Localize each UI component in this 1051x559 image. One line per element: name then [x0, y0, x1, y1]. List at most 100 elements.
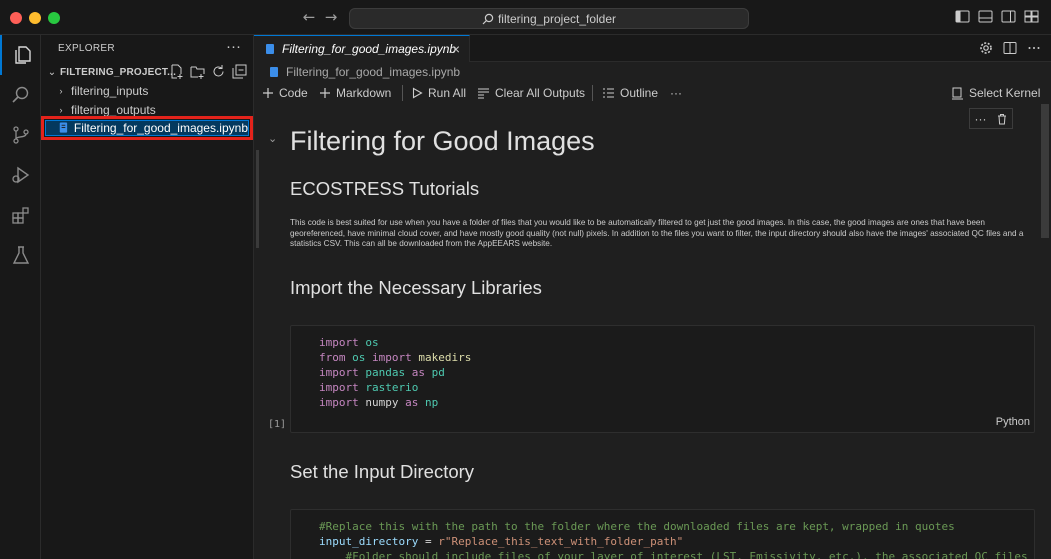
breadcrumb[interactable]: Filtering_for_good_images.ipynb — [254, 62, 1051, 82]
gear-icon[interactable] — [979, 41, 993, 55]
tab-notebook[interactable]: Filtering_for_good_images.ipynb × — [254, 35, 470, 62]
cell-toolbar: ··· — [969, 108, 1013, 129]
section-heading-input-directory: Set the Input Directory — [290, 461, 475, 482]
plus-icon — [320, 88, 330, 98]
notebook-title: Filtering for Good Images — [290, 126, 595, 156]
workspace-folder-name: FILTERING_PROJECT... — [60, 66, 177, 78]
code-label: Code — [279, 86, 308, 100]
split-editor-icon[interactable] — [1003, 41, 1017, 55]
more-actions-icon[interactable] — [1027, 41, 1041, 55]
files-icon — [14, 46, 31, 64]
run-debug-activity[interactable] — [0, 155, 41, 195]
notebook-toolbar: Code Markdown Run All Clear All Outputs … — [254, 82, 1051, 104]
testing-activity[interactable] — [0, 235, 41, 275]
command-center-search[interactable]: filtering_project_folder — [349, 8, 749, 29]
forward-arrow-icon[interactable]: → — [322, 8, 340, 26]
breadcrumb-file: Filtering_for_good_images.ipynb — [286, 65, 461, 79]
cell-more-button[interactable]: ··· — [975, 112, 987, 126]
close-icon[interactable]: × — [452, 41, 460, 57]
search-icon — [11, 86, 28, 103]
code-line: input_directory = r"Replace_this_text_wi… — [319, 535, 684, 548]
play-icon — [412, 87, 423, 99]
code-cell-imports[interactable]: import os from os import makedirs import… — [290, 325, 1035, 433]
clear-all-outputs-button[interactable]: Clear All Outputs — [477, 84, 585, 102]
run-debug-icon — [11, 166, 29, 184]
code-line: import os — [319, 336, 379, 349]
kernel-icon — [952, 87, 963, 99]
toggle-secondary-sidebar-icon[interactable] — [1001, 9, 1016, 24]
outline-label: Outline — [620, 86, 659, 100]
list-icon — [603, 88, 614, 98]
code-cell-input-directory[interactable]: #Replace this with the path to the folde… — [290, 509, 1035, 559]
source-control-activity[interactable] — [0, 115, 41, 155]
testing-icon — [12, 246, 29, 264]
chevron-right-icon: › — [59, 104, 63, 115]
extensions-activity[interactable] — [0, 195, 41, 235]
toolbar-separator — [592, 85, 593, 101]
execution-count: [1] — [268, 419, 287, 430]
source-control-icon — [12, 126, 29, 144]
new-file-icon[interactable] — [169, 64, 184, 79]
editor-tab-bar: Filtering_for_good_images.ipynb × — [254, 35, 1051, 62]
explorer-title: EXPLORER — [58, 43, 115, 54]
editor-scrollbar[interactable] — [1041, 104, 1049, 238]
toolbar-more-button[interactable]: ··· — [670, 84, 682, 102]
clear-all-outputs-label: Clear All Outputs — [495, 86, 586, 100]
search-icon — [482, 13, 494, 24]
tree-item-label: filtering_inputs — [71, 83, 149, 98]
search-activity[interactable] — [0, 75, 41, 115]
new-folder-icon[interactable] — [190, 64, 205, 79]
tree-item-label: filtering_outputs — [71, 102, 156, 117]
toolbar-separator — [402, 85, 403, 101]
notebook-subtitle: ECOSTRESS Tutorials — [290, 178, 480, 199]
tree-folder-filtering-inputs[interactable]: › filtering_inputs — [41, 81, 254, 100]
explorer-actions — [169, 64, 247, 79]
select-kernel-button[interactable]: Select Kernel — [951, 84, 1040, 102]
explorer-more-button[interactable]: ··· — [226, 38, 241, 55]
select-kernel-label: Select Kernel — [969, 86, 1041, 100]
minimize-window-button[interactable] — [29, 12, 41, 24]
editor-actions — [979, 41, 1041, 55]
notebook-file-icon — [59, 122, 68, 133]
collapse-all-icon[interactable] — [232, 64, 247, 79]
activity-bar — [0, 35, 41, 559]
customize-layout-icon[interactable] — [1024, 9, 1039, 24]
maximize-window-button[interactable] — [48, 12, 60, 24]
run-all-button[interactable]: Run All — [411, 84, 466, 102]
add-code-cell-button[interactable]: Code — [262, 84, 308, 102]
close-window-button[interactable] — [10, 12, 22, 24]
toggle-primary-sidebar-icon[interactable] — [955, 9, 970, 24]
tree-file-notebook[interactable]: Filtering_for_good_images.ipynb — [45, 120, 249, 136]
explorer-activity[interactable] — [0, 35, 41, 75]
chevron-down-icon[interactable]: ⌄ — [268, 132, 277, 145]
trash-icon[interactable] — [996, 113, 1008, 125]
intro-paragraph: This code is best suited for use when yo… — [290, 218, 1024, 248]
plus-icon — [263, 88, 273, 98]
add-markdown-cell-button[interactable]: Markdown — [319, 84, 391, 102]
title-bar: ← → filtering_project_folder — [0, 0, 1051, 35]
explorer-sidebar: EXPLORER ··· ⌄ FILTERING_PROJECT... › fi… — [41, 35, 254, 559]
code-line: import rasterio — [319, 381, 419, 394]
run-all-label: Run All — [428, 86, 467, 100]
code-line: import pandas as pd — [319, 366, 445, 379]
markdown-label: Markdown — [336, 86, 392, 100]
highlight-box: Filtering_for_good_images.ipynb — [41, 116, 253, 140]
chevron-down-icon: ⌄ — [47, 66, 57, 78]
tab-label: Filtering_for_good_images.ipynb — [282, 42, 457, 56]
cell-language-label[interactable]: Python — [996, 416, 1030, 428]
clear-all-icon — [478, 88, 489, 99]
code-line: from os import makedirs — [319, 351, 472, 364]
search-text: filtering_project_folder — [497, 11, 617, 26]
explorer-scrollbar[interactable] — [256, 150, 259, 248]
tree-item-label: Filtering_for_good_images.ipynb — [73, 121, 248, 135]
extensions-icon — [11, 207, 29, 224]
toggle-panel-icon[interactable] — [978, 9, 993, 24]
code-line: import numpy as np — [319, 396, 439, 409]
section-heading-import: Import the Necessary Libraries — [290, 277, 542, 298]
notebook-file-icon — [270, 67, 278, 77]
layout-controls — [955, 9, 1039, 24]
back-arrow-icon[interactable]: ← — [300, 8, 318, 26]
refresh-icon[interactable] — [211, 64, 226, 79]
outline-button[interactable]: Outline — [602, 84, 658, 102]
notebook-file-icon — [266, 44, 274, 54]
